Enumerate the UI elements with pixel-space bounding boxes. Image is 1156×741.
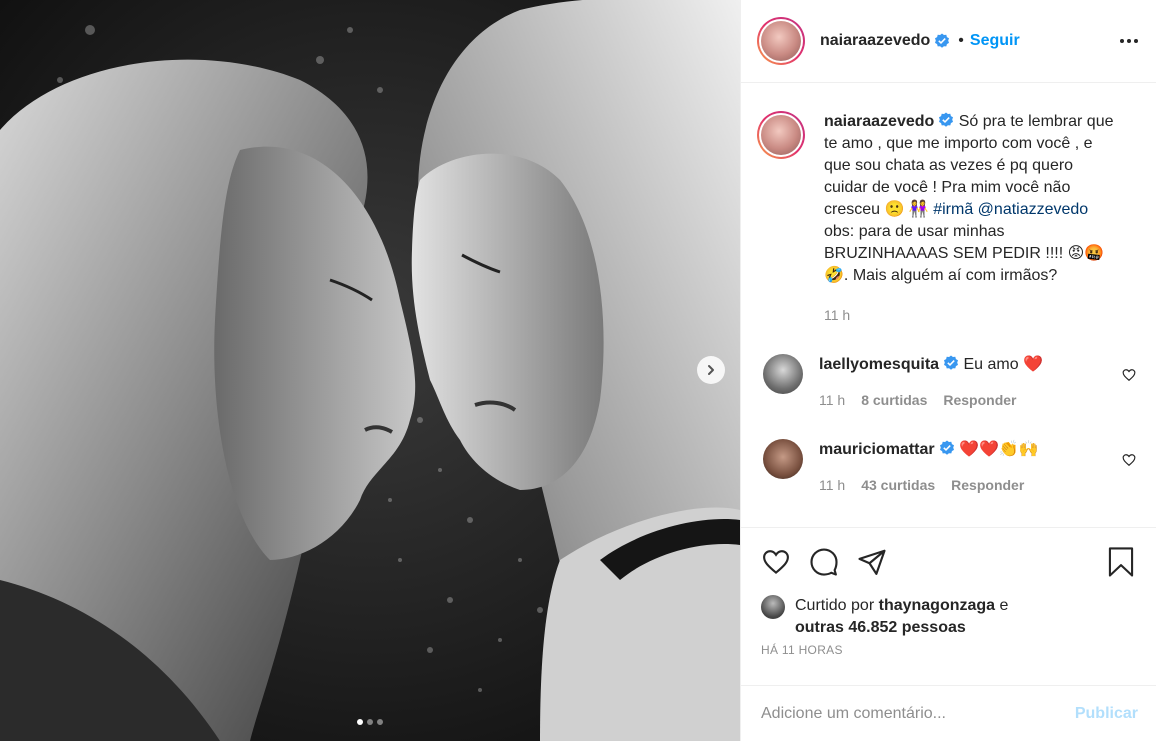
verified-badge-icon [944,355,959,370]
author-username[interactable]: naiaraazevedo [820,32,930,50]
liker-avatar[interactable] [761,595,785,619]
likes-summary: Curtido por thaynagonzaga e outras 46.85… [741,595,1156,643]
comment-timestamp[interactable]: 11 h [819,474,845,496]
more-options-icon[interactable] [1120,39,1140,43]
caption-timestamp[interactable]: 11 h [824,304,1114,326]
post-sidebar: naiaraazevedo • Seguir naiaraazevedo Só … [740,0,1156,741]
save-bookmark-icon[interactable] [1106,546,1136,578]
comment-text: Eu amo ❤️ [963,356,1044,373]
comment-text: ❤️❤️👏🙌 [959,441,1039,458]
separator-dot: • [958,32,964,49]
carousel-dot [367,719,373,725]
carousel-indicator [0,719,740,725]
caption-author-avatar[interactable] [757,111,805,159]
post-caption: naiaraazevedo Só pra te lembrar que te a… [757,111,1140,326]
liker-username[interactable]: thaynagonzaga [879,597,995,614]
caption-body-text-2: obs: para de usar minhas BRUZINHAAAAS SE… [824,223,1105,284]
likes-prefix: Curtido por [795,597,875,614]
commenter-avatar[interactable] [763,354,803,394]
comment-item: laellyomesquita Eu amo ❤️ 11 h 8 curtida… [757,354,1140,411]
post-header: naiaraazevedo • Seguir [741,0,1156,83]
commenter-avatar[interactable] [763,439,803,479]
carousel-dot [377,719,383,725]
photo-image [0,0,740,741]
post-photo[interactable] [0,0,740,741]
author-avatar[interactable] [757,17,805,65]
comment-input[interactable] [761,704,1075,723]
comment-bubble-icon[interactable] [809,547,839,577]
chevron-right-icon [708,365,714,375]
comment-item: mauriciomattar ❤️❤️👏🙌 11 h 43 curtidas R… [757,439,1140,496]
comment-likes-count[interactable]: 43 curtidas [861,474,935,496]
reply-button[interactable]: Responder [943,389,1016,411]
commenter-username[interactable]: mauriciomattar [819,441,935,458]
verified-badge-icon [935,33,950,48]
hashtag-link[interactable]: #irmã [933,201,973,218]
share-paper-plane-icon[interactable] [857,547,887,577]
verified-badge-icon [939,440,954,455]
reply-button[interactable]: Responder [951,474,1024,496]
publish-button[interactable]: Publicar [1075,705,1138,723]
like-heart-icon[interactable] [761,547,791,577]
post-actions-bar [741,527,1156,595]
follow-button[interactable]: Seguir [970,32,1020,50]
mention-link[interactable]: @natiazzevedo [978,201,1089,218]
commenter-username[interactable]: laellyomesquita [819,356,939,373]
like-comment-heart-icon[interactable] [1122,368,1136,382]
carousel-next-button[interactable] [697,356,725,384]
like-comment-heart-icon[interactable] [1122,453,1136,467]
caption-username[interactable]: naiaraazevedo [824,113,934,130]
comments-list: naiaraazevedo Só pra te lembrar que te a… [741,83,1156,527]
comment-timestamp[interactable]: 11 h [819,389,845,411]
comment-likes-count[interactable]: 8 curtidas [861,389,927,411]
likes-others-link[interactable]: outras 46.852 pessoas [795,619,966,636]
carousel-dot [357,719,363,725]
post-dialog: naiaraazevedo • Seguir naiaraazevedo Só … [0,0,1156,741]
post-timestamp[interactable]: HÁ 11 HORAS [741,643,1156,685]
verified-badge-icon [939,112,954,127]
caption-text: naiaraazevedo Só pra te lembrar que te a… [824,111,1114,287]
likes-conj: e [999,597,1009,614]
add-comment-bar: Publicar [741,685,1156,741]
